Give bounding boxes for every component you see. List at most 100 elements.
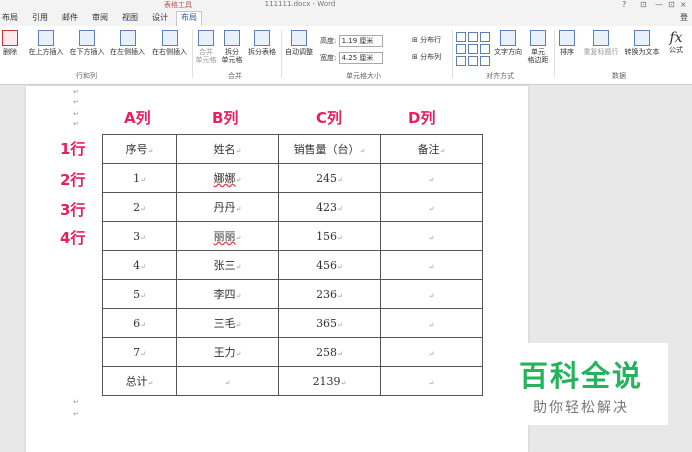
- table-cell[interactable]: 3↵: [102, 221, 177, 251]
- table-cell[interactable]: ↵: [380, 192, 483, 222]
- group-label-merge: 合并: [228, 72, 242, 80]
- table-cell[interactable]: ↵: [380, 337, 483, 367]
- table-cell[interactable]: 456↵: [278, 250, 381, 280]
- table-cell[interactable]: 2↵: [102, 192, 177, 222]
- text-direction-icon: [500, 30, 516, 46]
- table-header-row: 序号↵ 姓名↵ 销售量（台）↵ 备注↵: [102, 134, 483, 164]
- split-table-icon: [254, 30, 270, 46]
- insert-above-button[interactable]: 在上方插入: [25, 30, 67, 56]
- total-cell[interactable]: ↵: [380, 366, 483, 396]
- table-cell[interactable]: 7↵: [102, 337, 177, 367]
- table-cell[interactable]: 娜娜↵: [176, 163, 279, 193]
- table-cell[interactable]: ↵: [380, 250, 483, 280]
- col-width-field[interactable]: 宽度: 4.25 厘米: [320, 52, 383, 64]
- table-row: 1↵ 娜娜↵ 245↵ ↵: [102, 163, 483, 193]
- row-height-field[interactable]: 高度: 1.19 厘米: [320, 35, 383, 47]
- paragraph-mark: ↵: [73, 98, 79, 106]
- text-direction-button[interactable]: 文字方向: [492, 30, 524, 56]
- insert-right-button[interactable]: 在右侧插入: [149, 30, 190, 56]
- table-cell[interactable]: ↵: [380, 221, 483, 251]
- title-bar: 表格工具 111111.docx - Word ? ⊡ — ⊡ ×: [0, 0, 692, 10]
- cell-margins-button[interactable]: 单元 格边距: [525, 30, 551, 64]
- sales-table[interactable]: 序号↵ 姓名↵ 销售量（台）↵ 备注↵ 1↵ 娜娜↵ 245↵ ↵ 2↵ 丹丹↵…: [102, 134, 483, 396]
- merge-cells-button[interactable]: 合并 单元格: [194, 30, 218, 64]
- row-height-input[interactable]: 1.19 厘米: [338, 35, 383, 47]
- table-cell[interactable]: 丹丹↵: [176, 192, 279, 222]
- formula-button[interactable]: fx 公式: [664, 30, 688, 54]
- table-cell[interactable]: 258↵: [278, 337, 381, 367]
- split-cells-button[interactable]: 拆分 单元格: [220, 30, 244, 64]
- table-row: 2↵ 丹丹↵ 423↵ ↵: [102, 192, 483, 222]
- table-cell[interactable]: ↵: [380, 308, 483, 338]
- delete-button[interactable]: 删除: [0, 30, 20, 56]
- table-cell[interactable]: 丽丽↵: [176, 221, 279, 251]
- group-label-data: 数据: [612, 72, 626, 80]
- tab-layout-page[interactable]: 布局: [2, 12, 18, 24]
- maximize-icon[interactable]: ⊡: [668, 0, 675, 9]
- user-initial[interactable]: 登: [680, 12, 688, 24]
- total-cell[interactable]: 总计↵: [102, 366, 177, 396]
- table-cell[interactable]: 423↵: [278, 192, 381, 222]
- convert-text-icon: [634, 30, 650, 46]
- total-cell[interactable]: 2139↵: [278, 366, 381, 396]
- autofit-button[interactable]: 自动调整: [283, 30, 315, 56]
- header-cell[interactable]: 序号↵: [102, 134, 177, 164]
- paragraph-mark: ↵: [73, 110, 79, 118]
- tab-layout-table[interactable]: 布局: [176, 11, 202, 27]
- row-label-4: 4行: [60, 229, 86, 247]
- table-cell[interactable]: 6↵: [102, 308, 177, 338]
- tab-mailings[interactable]: 邮件: [62, 12, 78, 24]
- group-separator: [554, 30, 555, 78]
- table-cell[interactable]: 4↵: [102, 250, 177, 280]
- autofit-icon: [291, 30, 307, 46]
- table-cell[interactable]: 365↵: [278, 308, 381, 338]
- watermark-subtitle: 助你轻松解决: [533, 400, 629, 416]
- table-cell[interactable]: 三毛↵: [176, 308, 279, 338]
- formula-icon: fx: [669, 30, 683, 46]
- minimize-icon[interactable]: —: [655, 0, 663, 9]
- table-cell[interactable]: 245↵: [278, 163, 381, 193]
- header-cell[interactable]: 销售量（台）↵: [278, 134, 381, 164]
- convert-to-text-button[interactable]: 转换为文本: [621, 30, 663, 56]
- insert-left-icon: [119, 30, 136, 46]
- table-cell[interactable]: ↵: [380, 163, 483, 193]
- distribute-cols-button[interactable]: ⊞ 分布列: [412, 52, 441, 62]
- table-cell[interactable]: 5↵: [102, 279, 177, 309]
- ribbon-display-icon[interactable]: ⊡: [640, 0, 647, 9]
- row-label-3: 3行: [60, 201, 86, 219]
- insert-left-button[interactable]: 在左侧插入: [107, 30, 148, 56]
- close-icon[interactable]: ×: [680, 0, 687, 9]
- total-cell[interactable]: ↵: [176, 366, 279, 396]
- tab-references[interactable]: 引用: [32, 12, 48, 24]
- col-label-c: C列: [316, 109, 343, 127]
- table-cell[interactable]: 1↵: [102, 163, 177, 193]
- table-row: 7↵ 王力↵ 258↵ ↵: [102, 337, 483, 367]
- table-row: 6↵ 三毛↵ 365↵ ↵: [102, 308, 483, 338]
- header-cell[interactable]: 姓名↵: [176, 134, 279, 164]
- cell-margins-icon: [530, 30, 546, 46]
- insert-below-icon: [79, 30, 95, 46]
- tab-design[interactable]: 设计: [152, 12, 168, 24]
- alignment-grid[interactable]: [456, 32, 490, 66]
- distribute-rows-button[interactable]: ⊞ 分布行: [412, 35, 441, 45]
- table-cell[interactable]: ↵: [380, 279, 483, 309]
- table-cell[interactable]: 王力↵: [176, 337, 279, 367]
- table-cell[interactable]: 236↵: [278, 279, 381, 309]
- watermark: 百科全说 助你轻松解决: [494, 343, 668, 425]
- paragraph-mark: ↵: [73, 398, 79, 406]
- tab-view[interactable]: 视图: [122, 12, 138, 24]
- sort-button[interactable]: 排序: [556, 30, 578, 56]
- group-separator: [452, 30, 453, 78]
- group-separator: [281, 30, 282, 78]
- header-cell[interactable]: 备注↵: [380, 134, 483, 164]
- tab-review[interactable]: 审阅: [92, 12, 108, 24]
- split-table-button[interactable]: 拆分表格: [245, 30, 279, 56]
- document-title: 111111.docx - Word: [264, 0, 336, 8]
- insert-below-button[interactable]: 在下方插入: [67, 30, 107, 56]
- table-cell[interactable]: 156↵: [278, 221, 381, 251]
- repeat-header-button[interactable]: 重复标题行: [580, 30, 622, 56]
- table-cell[interactable]: 张三↵: [176, 250, 279, 280]
- col-width-input[interactable]: 4.25 厘米: [338, 52, 383, 64]
- table-cell[interactable]: 李四↵: [176, 279, 279, 309]
- help-icon[interactable]: ?: [622, 0, 626, 9]
